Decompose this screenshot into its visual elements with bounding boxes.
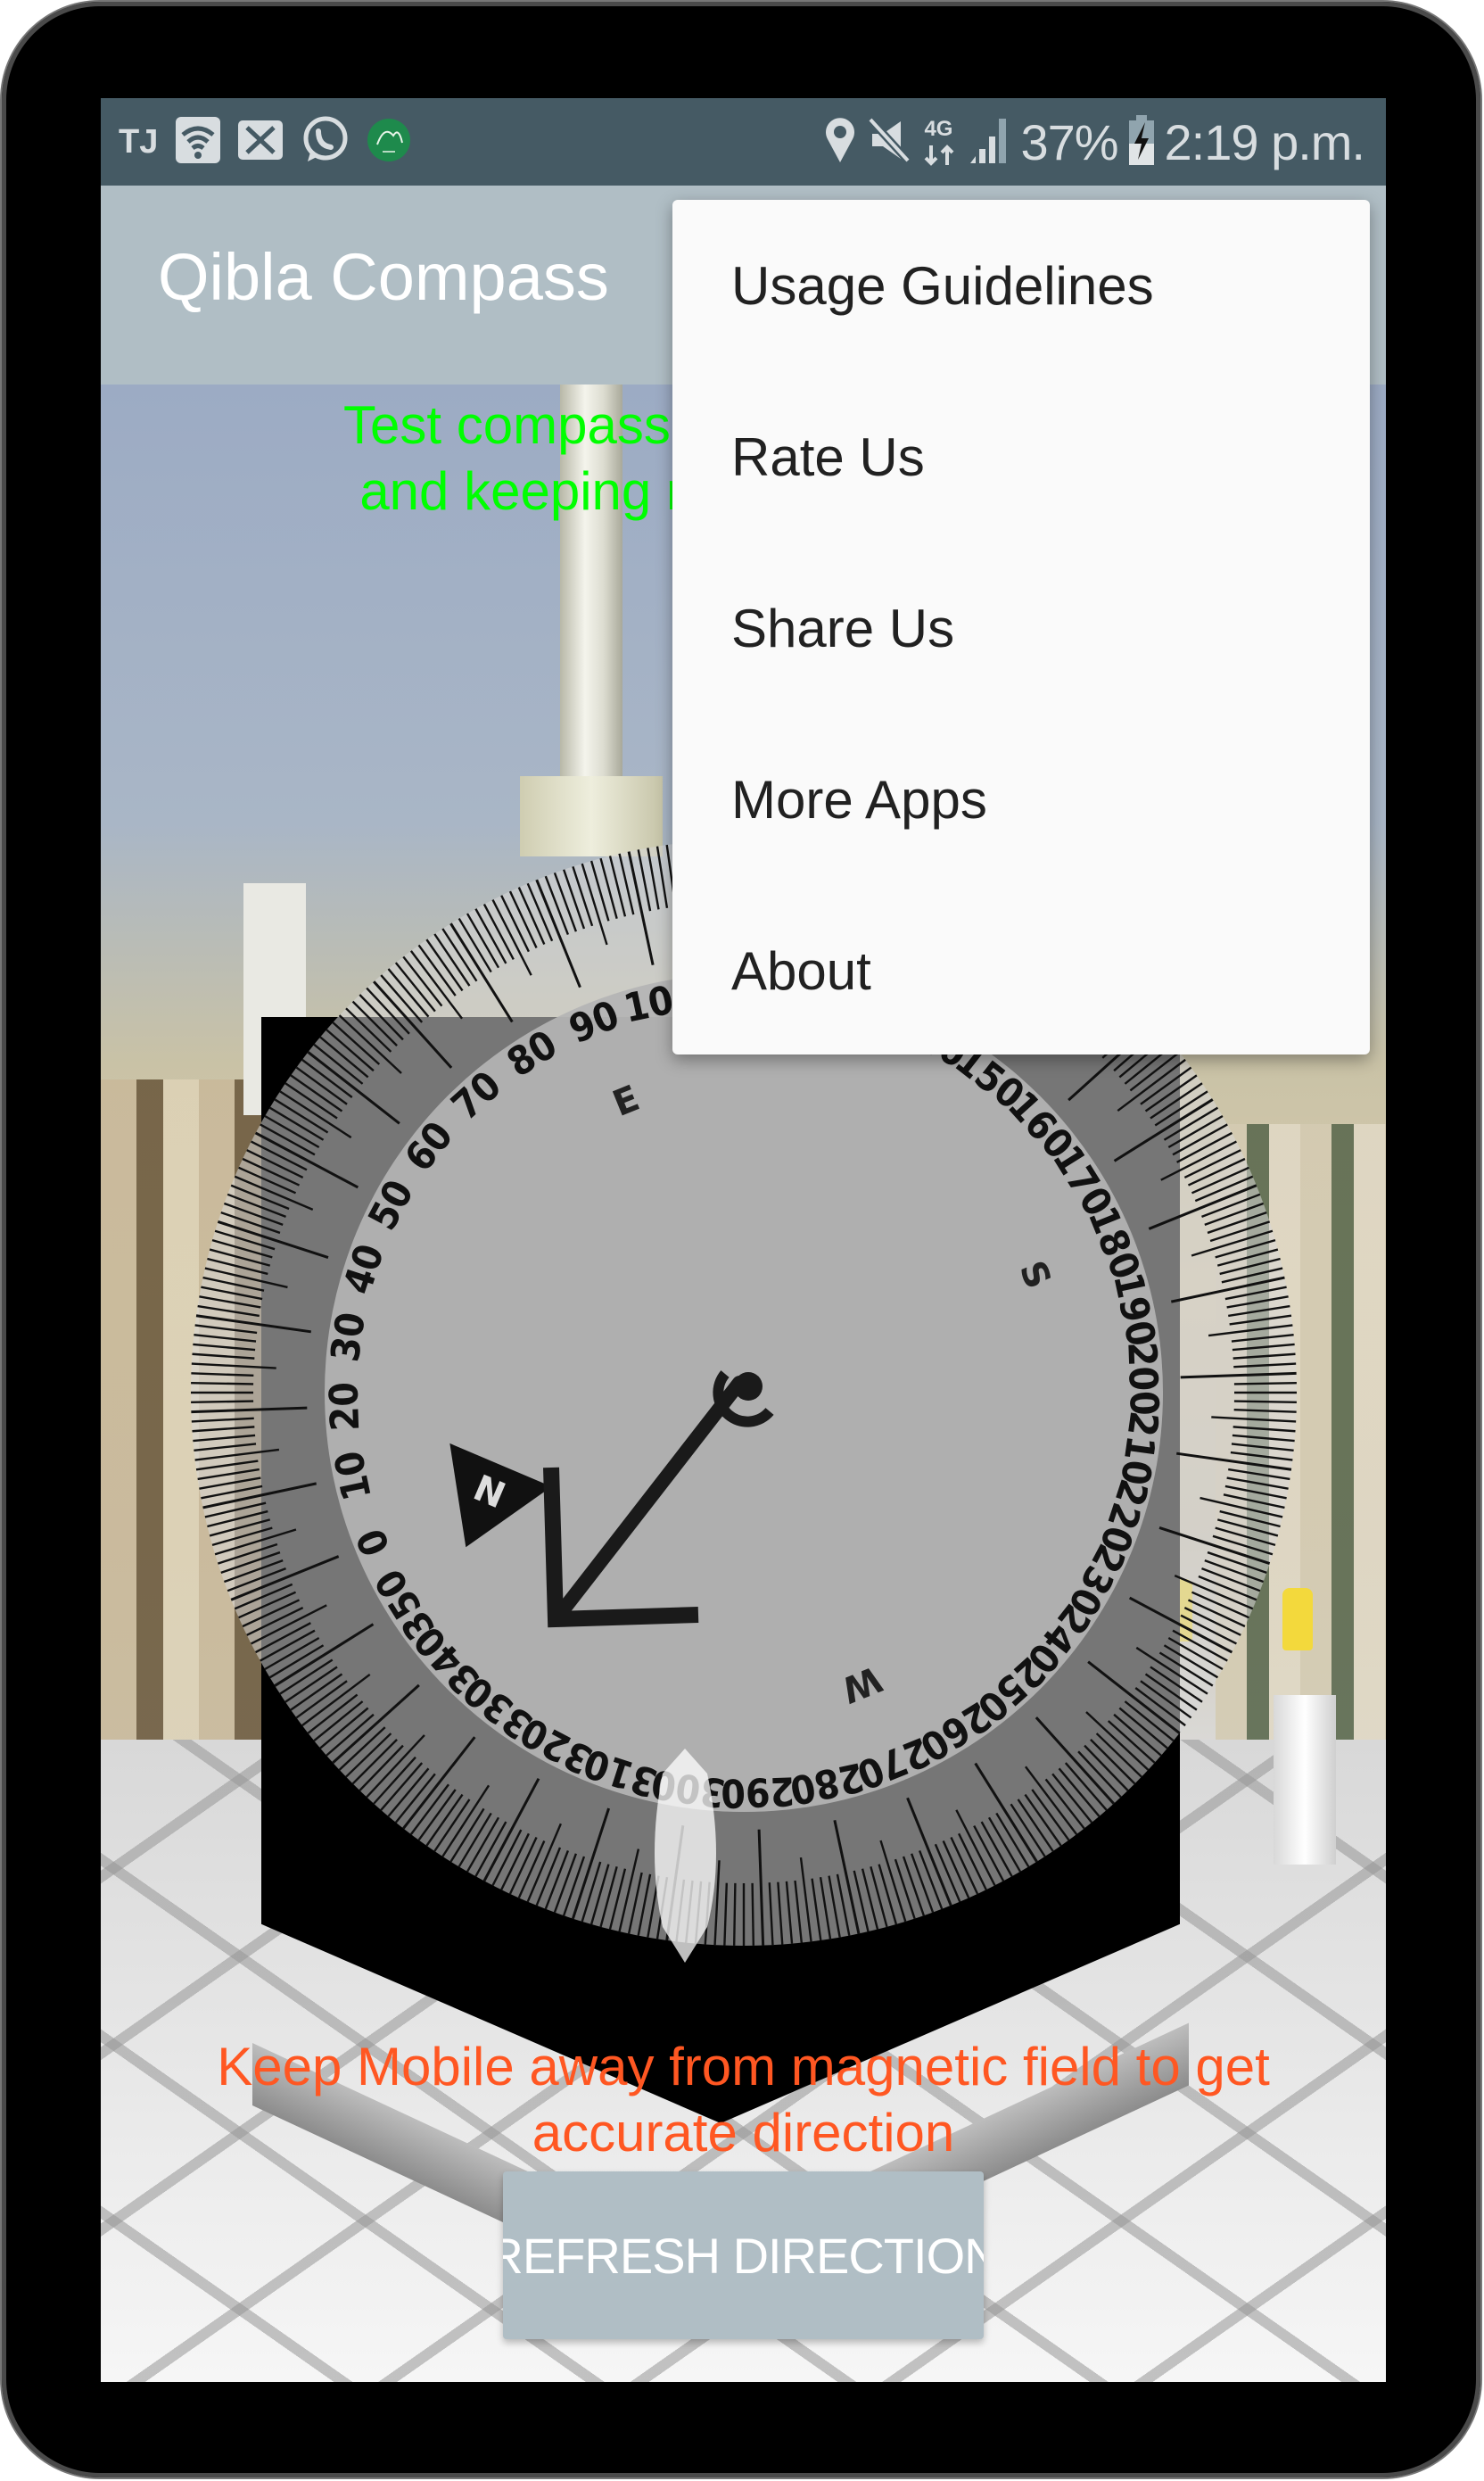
dial-tick (751, 1882, 755, 1946)
menu-item-rate-us[interactable]: Rate Us (672, 371, 1370, 542)
warning-line-2: accurate direction (532, 2103, 955, 2163)
overflow-menu: Usage Guidelines Rate Us Share Us More A… (672, 200, 1370, 1054)
dial-tick (732, 1882, 737, 1946)
menu-item-more-apps[interactable]: More Apps (672, 714, 1370, 885)
degree-label: 290 (720, 1767, 795, 1815)
degree-label: 20 (321, 1381, 368, 1432)
kaaba-pin-icon (734, 1372, 763, 1401)
app-title: Qibla Compass (158, 240, 609, 314)
phone-screen: TJ 4G 37% 2:19 p.m. 0 10 20 30 40 50 60 … (101, 98, 1386, 2382)
dial-tick (1233, 1381, 1297, 1385)
menu-item-share-us[interactable]: Share Us (672, 542, 1370, 714)
menu-item-usage-guidelines[interactable]: Usage Guidelines (672, 200, 1370, 371)
refresh-direction-button[interactable]: REFRESH DIRECTION (503, 2171, 984, 2339)
degree-label: 200 (1118, 1341, 1167, 1416)
warning-line-1: Keep Mobile away from magnetic field to … (217, 2037, 1270, 2096)
magnetic-warning: Keep Mobile away from magnetic field to … (136, 2034, 1350, 2166)
degree-label: 30 (323, 1310, 375, 1365)
menu-item-about[interactable]: About (672, 885, 1370, 1056)
dial-tick (191, 1381, 254, 1385)
